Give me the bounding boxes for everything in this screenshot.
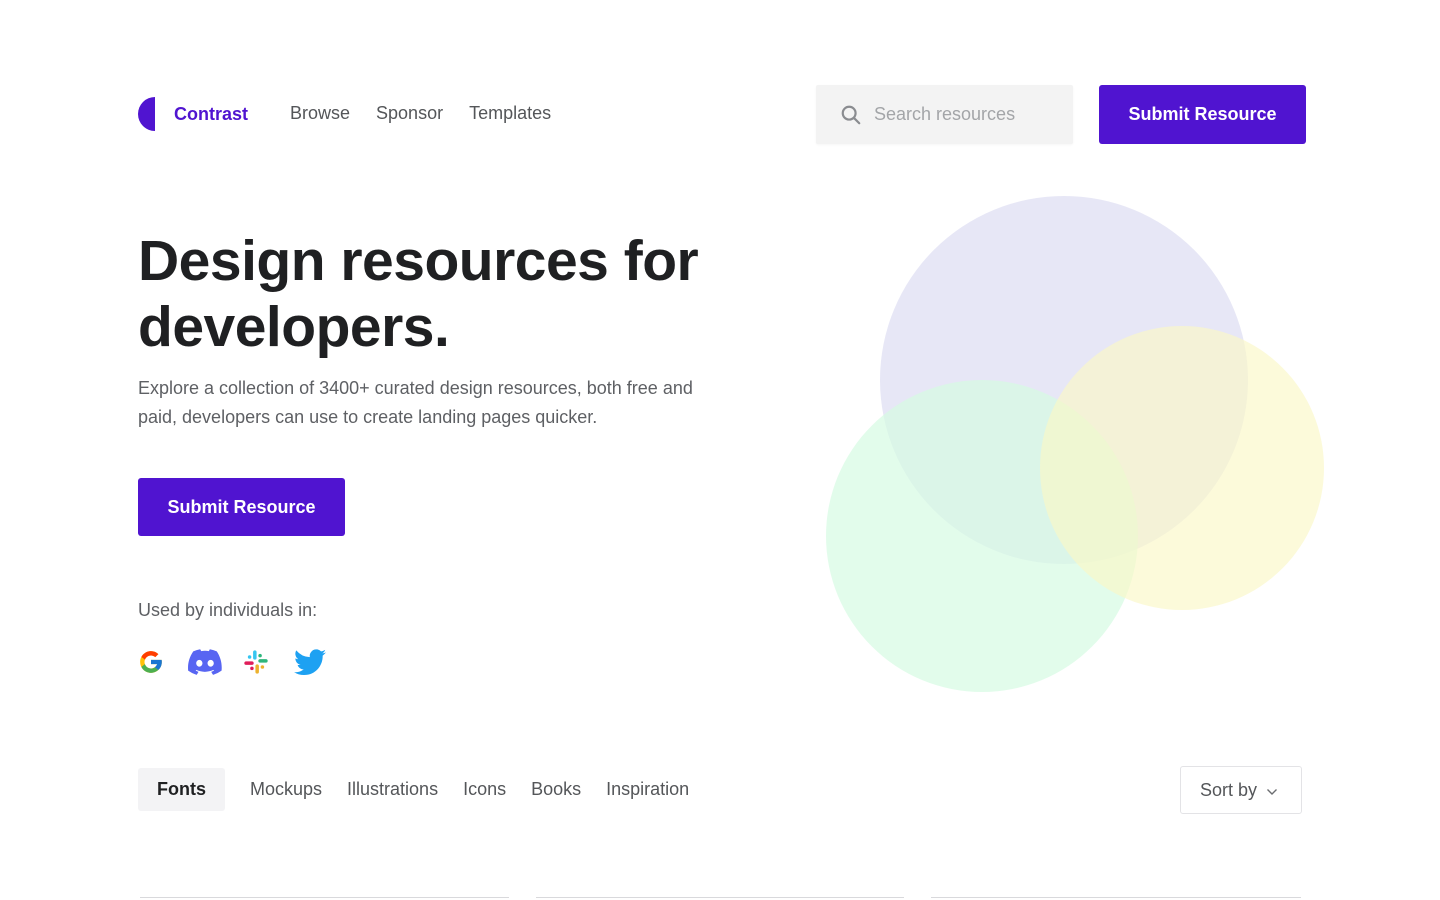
hero-submit-resource-button[interactable]: Submit Resource [138,478,345,536]
hero-subtitle: Explore a collection of 3400+ curated de… [138,378,693,427]
nav-sponsor[interactable]: Sponsor [376,103,443,124]
hero-title: Design resources for developers. [138,229,699,359]
search-box[interactable] [816,85,1073,144]
customer-logos [138,648,326,676]
decorative-circles [826,196,1324,692]
nav-browse[interactable]: Browse [290,103,350,124]
site-header: Contrast Browse Sponsor Templates Submit… [138,85,1306,144]
google-logo-icon [140,651,162,673]
brand-logo[interactable]: Contrast [138,97,248,131]
twitter-logo-icon [294,648,326,675]
main-nav: Browse Sponsor Templates [290,103,551,124]
search-icon [841,105,861,124]
tab-illustrations[interactable]: Illustrations [347,779,438,800]
tab-books[interactable]: Books [531,779,581,800]
contrast-logo-icon [138,97,155,131]
category-tabs: Fonts Mockups Illustrations Icons Books … [138,768,714,811]
tab-mockups[interactable]: Mockups [250,779,322,800]
chevron-down-icon [1267,789,1278,795]
search-input[interactable] [874,104,1064,125]
discord-logo-icon [188,649,222,675]
circle-yellow [1040,326,1324,610]
used-by-label: Used by individuals in: [138,600,318,620]
nav-templates[interactable]: Templates [469,103,551,124]
sort-dropdown[interactable]: Sort by [1180,766,1302,814]
tab-icons[interactable]: Icons [463,779,506,800]
brand-name: Contrast [174,103,249,124]
sort-label: Sort by [1200,779,1258,800]
tab-inspiration[interactable]: Inspiration [606,779,689,800]
slack-logo-icon [244,650,268,674]
header-submit-resource-button[interactable]: Submit Resource [1099,85,1306,144]
tab-fonts[interactable]: Fonts [138,768,225,811]
